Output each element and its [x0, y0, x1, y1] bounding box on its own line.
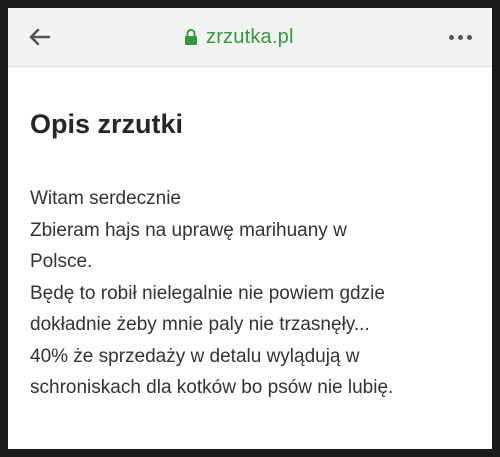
menu-dot [448, 34, 454, 40]
more-menu-button[interactable] [442, 22, 478, 52]
url-text: zrzutka.pl [206, 25, 294, 48]
address-bar[interactable]: zrzutka.pl [184, 21, 294, 53]
arrow-left-icon [29, 28, 51, 46]
description-line: Polsce. [30, 251, 93, 272]
phone-screen: zrzutka.pl Opis zrzutki Witam serdecznie… [8, 8, 492, 449]
description-line: Będę to robił nielegalnie nie powiem gdz… [30, 282, 385, 304]
page-title: Opis zrzutki [30, 109, 184, 139]
description-line: schroniskach dla kotków bo psów nie lubi… [30, 377, 394, 398]
description-line: dokładnie żeby mnie paly nie trzasnęły..… [30, 314, 370, 335]
description-line: Witam serdecznie [30, 188, 181, 209]
back-button[interactable] [22, 22, 56, 52]
menu-dot [466, 34, 472, 40]
description-line: 40% że sprzedaży w detalu wylądują w [30, 345, 360, 367]
lock-icon [184, 28, 198, 46]
page-content: Opis zrzutki Witam serdecznie Zbieram ha… [30, 108, 480, 404]
description-line: Zbieram hajs na uprawę marihuany w [30, 219, 347, 241]
browser-toolbar: zrzutka.pl [8, 8, 492, 67]
fundraiser-description: Witam serdecznie Zbieram hajs na uprawę … [30, 183, 480, 404]
menu-dot [457, 34, 463, 40]
